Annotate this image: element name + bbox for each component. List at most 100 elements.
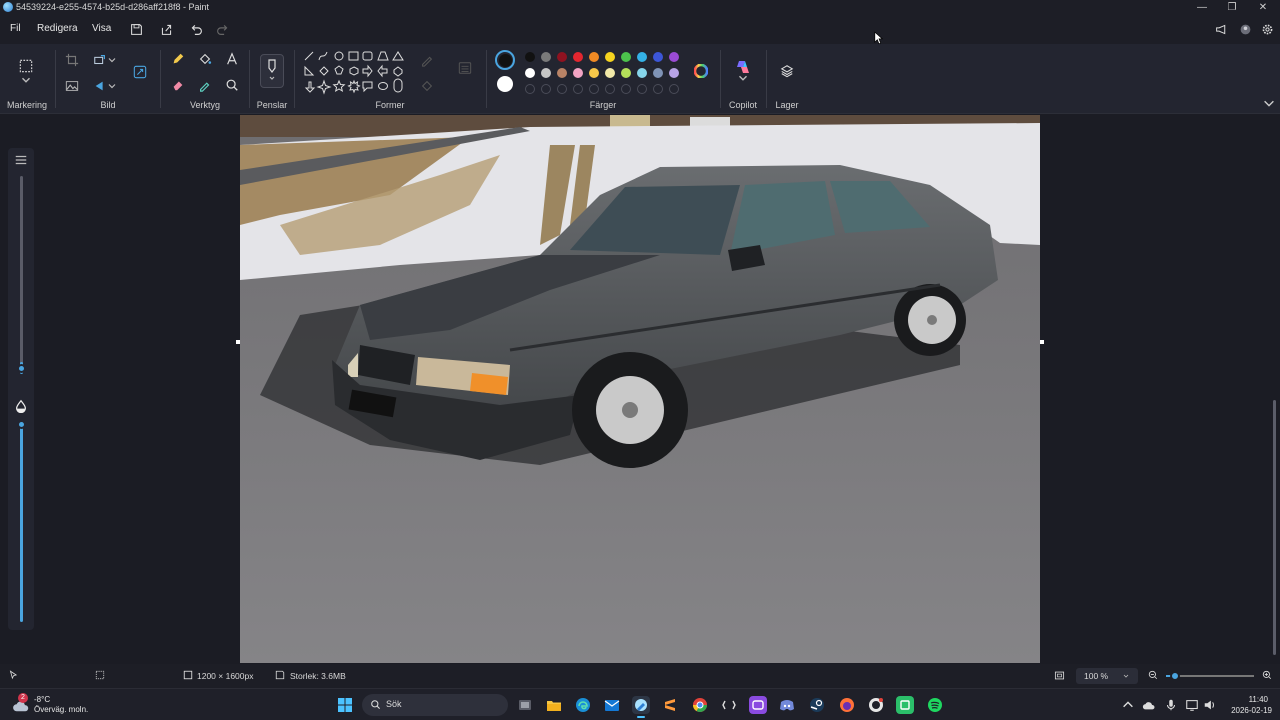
color-swatch[interactable] [589, 68, 599, 78]
shapes-gallery[interactable] [302, 50, 414, 96]
vertical-scrollbar[interactable] [1273, 400, 1276, 655]
settings-gear-icon[interactable] [1258, 21, 1276, 37]
color-swatch[interactable] [621, 68, 631, 78]
brush-size-slider-track[interactable] [20, 176, 23, 366]
custom-color-slot[interactable] [557, 84, 567, 94]
zoom-slider-thumb[interactable] [1169, 671, 1180, 681]
edit-colors-wheel-icon[interactable] [691, 61, 711, 81]
custom-color-slot[interactable] [669, 84, 679, 94]
firefox-icon[interactable] [838, 696, 856, 714]
color-swatch[interactable] [557, 68, 567, 78]
custom-color-slot[interactable] [525, 84, 535, 94]
eraser-icon[interactable] [168, 75, 188, 95]
chevron-down-icon[interactable] [16, 74, 36, 86]
opacity-slider-thumb[interactable] [17, 420, 26, 429]
onedrive-cloud-icon[interactable] [1142, 696, 1156, 714]
edge-browser-icon[interactable] [574, 696, 592, 714]
zoom-in-icon[interactable] [1262, 670, 1272, 682]
announcement-icon[interactable] [1212, 21, 1230, 37]
secondary-color-button[interactable] [497, 76, 513, 92]
custom-color-slot[interactable] [605, 84, 615, 94]
minimize-button[interactable]: — [1187, 0, 1217, 14]
show-hidden-icons-chevron-icon[interactable] [1121, 696, 1135, 714]
color-swatch[interactable] [669, 52, 679, 62]
menu-file[interactable]: Fil [10, 23, 21, 34]
color-swatch[interactable] [637, 68, 647, 78]
github-icon[interactable] [867, 696, 885, 714]
purple-app-icon[interactable] [749, 696, 767, 714]
custom-color-slot[interactable] [541, 84, 551, 94]
taskbar-search[interactable]: Sök [362, 694, 508, 716]
primary-color-button[interactable] [495, 50, 515, 70]
weather-widget[interactable]: 2 -8°C Överväg. moln. [10, 693, 120, 717]
discord-icon[interactable] [778, 696, 796, 714]
chevron-down-icon[interactable] [733, 73, 753, 83]
zoom-slider-track[interactable] [1166, 671, 1254, 681]
canvas-resize-handle-left[interactable] [236, 340, 240, 344]
maximize-button[interactable]: ❐ [1217, 0, 1247, 14]
shape-size-icon[interactable] [455, 58, 475, 78]
crop-icon[interactable] [62, 50, 82, 70]
brush-selector[interactable] [260, 54, 284, 88]
fill-bucket-icon[interactable] [195, 49, 215, 69]
spotify-icon[interactable] [926, 696, 944, 714]
green-app-icon[interactable] [896, 696, 914, 714]
pencil-icon[interactable] [168, 49, 188, 69]
color-swatch[interactable] [621, 52, 631, 62]
chevron-down-icon[interactable] [106, 50, 118, 70]
network-icon[interactable] [1185, 696, 1199, 714]
account-icon[interactable] [1236, 21, 1254, 37]
microphone-icon[interactable] [1164, 696, 1178, 714]
custom-color-slot[interactable] [589, 84, 599, 94]
canvas-area[interactable] [0, 115, 1280, 664]
custom-color-slot[interactable] [621, 84, 631, 94]
shape-outline-icon[interactable] [417, 50, 437, 70]
collapse-ribbon-chevron-icon[interactable] [1262, 96, 1276, 110]
paint-taskbar-icon[interactable] [632, 696, 650, 718]
redo-icon[interactable] [213, 21, 231, 37]
color-swatch[interactable] [653, 68, 663, 78]
fit-to-window-icon[interactable] [1054, 670, 1065, 683]
menu-view[interactable]: Visa [92, 23, 111, 34]
color-swatch[interactable] [573, 68, 583, 78]
canvas-image[interactable] [240, 115, 1040, 663]
shape-fill-icon[interactable] [417, 76, 437, 96]
custom-color-slot[interactable] [653, 84, 663, 94]
color-swatch[interactable] [605, 52, 615, 62]
color-swatch[interactable] [669, 68, 679, 78]
volume-icon[interactable] [1203, 696, 1217, 714]
color-swatch[interactable] [637, 52, 647, 62]
color-swatch[interactable] [653, 52, 663, 62]
zoom-out-icon[interactable] [1148, 670, 1158, 682]
chevron-down-icon[interactable] [106, 76, 118, 96]
color-picker-icon[interactable] [195, 75, 215, 95]
color-swatch[interactable] [573, 52, 583, 62]
close-button[interactable]: ✕ [1248, 0, 1278, 14]
sublime-text-icon[interactable] [661, 696, 679, 714]
color-swatch[interactable] [525, 68, 535, 78]
clock-time[interactable]: 11:40 [1228, 695, 1268, 704]
color-swatch[interactable] [589, 52, 599, 62]
save-icon[interactable] [127, 21, 145, 37]
color-swatch[interactable] [605, 68, 615, 78]
layers-icon[interactable] [777, 61, 797, 81]
custom-color-slot[interactable] [573, 84, 583, 94]
custom-color-slot[interactable] [637, 84, 647, 94]
chrome-icon[interactable] [691, 696, 709, 714]
image-upscale-icon[interactable] [130, 62, 150, 82]
image-background-icon[interactable] [62, 76, 82, 96]
terminal-icon[interactable] [720, 696, 738, 714]
color-swatch[interactable] [541, 68, 551, 78]
share-icon[interactable] [157, 21, 175, 37]
text-tool-icon[interactable] [222, 49, 242, 69]
brush-size-slider-thumb[interactable] [17, 364, 26, 373]
canvas-resize-handle-right[interactable] [1040, 340, 1044, 344]
magnifier-icon[interactable] [222, 75, 242, 95]
steam-icon[interactable] [808, 696, 826, 714]
undo-icon[interactable] [187, 21, 205, 37]
file-explorer-icon[interactable] [545, 696, 563, 714]
task-view-icon[interactable] [516, 696, 534, 714]
windows-start-icon[interactable] [336, 696, 354, 714]
clock-date[interactable]: 2026-02-19 [1224, 706, 1272, 715]
menu-edit[interactable]: Redigera [37, 23, 78, 34]
